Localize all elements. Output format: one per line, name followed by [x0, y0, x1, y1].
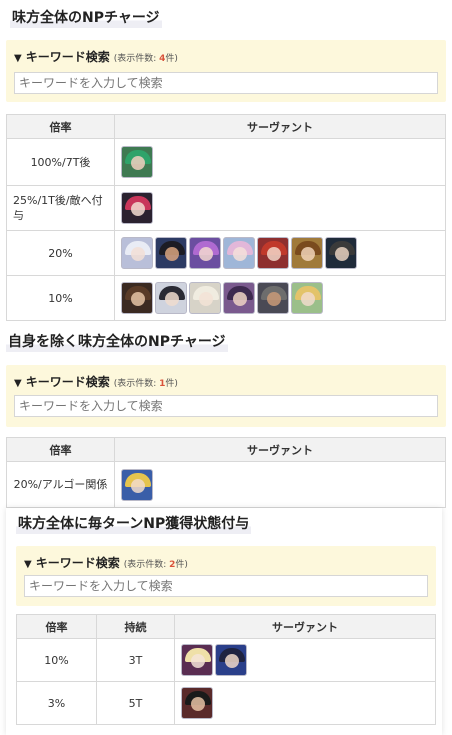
column-header-servant: サーヴァント: [114, 437, 446, 462]
rate-cell: 25%/1T後/敵へ付与: [6, 185, 115, 231]
servant-face-shape: [267, 292, 281, 306]
table-row: 3% 5T: [16, 681, 436, 725]
table-header-row: 倍率 持続 サーヴァント: [16, 614, 436, 639]
servant-face-shape: [301, 247, 315, 261]
triangle-down-icon: ▼: [24, 559, 32, 570]
servant-table: 倍率 サーヴァント 20%/アルゴー関係: [6, 437, 446, 508]
servant-face-shape: [131, 247, 145, 261]
result-count: (表示件数: 1件): [113, 379, 178, 389]
section-title: 味方全体に毎ターンNP獲得状態付与: [16, 514, 252, 534]
rate-cell: 20%/アルゴー関係: [6, 461, 115, 508]
column-header-rate: 倍率: [6, 437, 115, 462]
servant-face-shape: [267, 247, 281, 261]
servant-cell: [114, 185, 446, 231]
servant-cell: [114, 275, 446, 321]
servant-face-shape: [191, 654, 205, 668]
table-header-row: 倍率 サーヴァント: [6, 437, 446, 462]
section-party-np-gain-per-turn: 味方全体に毎ターンNP獲得状態付与 ▼キーワード検索(表示件数: 2件) 倍率 …: [6, 508, 442, 735]
servant-icon[interactable]: [121, 237, 153, 269]
table-row: 100%/7T後: [6, 138, 446, 186]
servant-table: 倍率 サーヴァント 100%/7T後 25%/1T後/敵へ付与 20% 10%: [6, 114, 446, 321]
keyword-search-box: ▼ キーワード検索 (表示件数: 4件): [6, 40, 446, 102]
result-count: (表示件数: 4件): [113, 54, 178, 64]
triangle-down-icon: ▼: [14, 378, 22, 389]
servant-icon[interactable]: [215, 644, 247, 676]
servant-icon[interactable]: [223, 282, 255, 314]
table-row: 10%: [6, 275, 446, 321]
servant-icon[interactable]: [155, 237, 187, 269]
keyword-search-label: キーワード検索: [25, 50, 110, 64]
servant-cell: [174, 638, 436, 682]
rate-cell: 20%: [6, 230, 115, 276]
servant-icon[interactable]: [257, 237, 289, 269]
keyword-search-box: ▼ キーワード検索 (表示件数: 2件): [16, 546, 436, 606]
result-count: (表示件数: 2件): [123, 560, 188, 570]
servant-icon[interactable]: [155, 282, 187, 314]
servant-face-shape: [165, 292, 179, 306]
table-header-row: 倍率 サーヴァント: [6, 114, 446, 139]
keyword-search-input[interactable]: [14, 395, 438, 417]
rate-cell: 10%: [6, 275, 115, 321]
servant-cell: [114, 230, 446, 276]
servant-icon[interactable]: [325, 237, 357, 269]
servant-face-shape: [225, 654, 239, 668]
servant-face-shape: [301, 292, 315, 306]
keyword-search-toggle[interactable]: ▼ キーワード検索 (表示件数: 1件): [14, 373, 178, 390]
column-header-rate: 倍率: [6, 114, 115, 139]
servant-icon[interactable]: [189, 282, 221, 314]
servant-face-shape: [131, 292, 145, 306]
table-row: 10% 3T: [16, 638, 436, 682]
table-row: 20%: [6, 230, 446, 276]
keyword-search-label: キーワード検索: [35, 556, 120, 570]
keyword-search-toggle[interactable]: ▼ キーワード検索 (表示件数: 4件): [14, 48, 178, 65]
duration-cell: 5T: [96, 681, 175, 725]
keyword-search-input[interactable]: [14, 72, 438, 94]
rate-cell: 3%: [16, 681, 97, 725]
servant-face-shape: [191, 697, 205, 711]
servant-icon[interactable]: [291, 237, 323, 269]
servant-icon[interactable]: [257, 282, 289, 314]
duration-cell: 3T: [96, 638, 175, 682]
servant-face-shape: [233, 247, 247, 261]
table-row: 20%/アルゴー関係: [6, 461, 446, 508]
triangle-down-icon: ▼: [14, 53, 22, 64]
section-title: 味方全体のNPチャージ: [10, 8, 162, 28]
servant-face-shape: [131, 478, 145, 493]
servant-icon[interactable]: [121, 468, 153, 501]
servant-icon[interactable]: [223, 237, 255, 269]
keyword-search-label: キーワード検索: [25, 375, 110, 389]
servant-icon[interactable]: [189, 237, 221, 269]
servant-face-shape: [199, 247, 213, 261]
keyword-search-toggle[interactable]: ▼ キーワード検索 (表示件数: 2件): [24, 554, 188, 571]
servant-icon[interactable]: [121, 192, 153, 224]
servant-face-shape: [199, 292, 213, 306]
column-header-duration: 持続: [96, 614, 175, 639]
rate-cell: 100%/7T後: [6, 138, 115, 186]
servant-face-shape: [233, 292, 247, 306]
servant-face-shape: [131, 156, 145, 170]
servant-face-shape: [165, 247, 179, 261]
servant-cell: [174, 681, 436, 725]
servant-cell: [114, 138, 446, 186]
servant-icon[interactable]: [291, 282, 323, 314]
servant-icon[interactable]: [181, 644, 213, 676]
column-header-rate: 倍率: [16, 614, 97, 639]
servant-icon[interactable]: [121, 146, 153, 178]
rate-cell: 10%: [16, 638, 97, 682]
servant-face-shape: [131, 202, 145, 216]
keyword-search-input[interactable]: [24, 575, 428, 597]
servant-table: 倍率 持続 サーヴァント 10% 3T 3% 5T: [16, 614, 436, 725]
section-title: 自身を除く味方全体のNPチャージ: [6, 332, 228, 352]
column-header-servant: サーヴァント: [174, 614, 436, 639]
servant-face-shape: [335, 247, 349, 261]
servant-cell: [114, 461, 446, 508]
servant-icon[interactable]: [121, 282, 153, 314]
keyword-search-box: ▼ キーワード検索 (表示件数: 1件): [6, 365, 446, 427]
column-header-servant: サーヴァント: [114, 114, 446, 139]
table-row: 25%/1T後/敵へ付与: [6, 185, 446, 231]
servant-icon[interactable]: [181, 687, 213, 719]
